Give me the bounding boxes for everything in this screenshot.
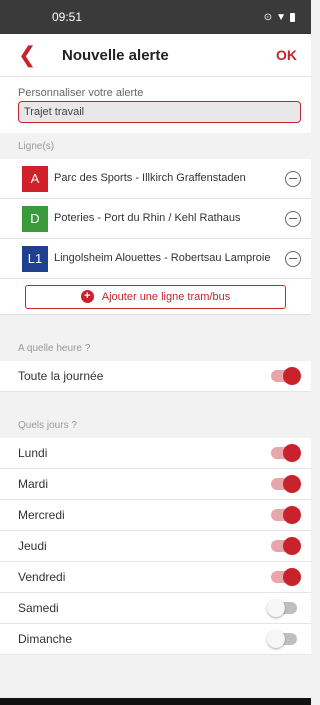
day-row: Jeudi xyxy=(0,531,311,562)
day-row: Vendredi xyxy=(0,562,311,593)
section-gap xyxy=(0,315,311,335)
add-line-label: Ajouter une ligne tram/bus xyxy=(101,290,231,303)
minus-bar xyxy=(289,177,297,180)
day-label: Samedi xyxy=(18,601,59,615)
line-row[interactable]: A Parc des Sports - Illkirch Graffenstade… xyxy=(0,159,311,199)
plus-icon: + xyxy=(80,290,94,303)
minus-bar xyxy=(289,217,297,220)
line-row[interactable]: D Poteries - Port du Rhin / Kehl Rathaus xyxy=(0,199,311,239)
day-label: Jeudi xyxy=(18,539,47,553)
vpn-key-icon: ⊙ xyxy=(263,11,273,23)
day-toggle[interactable] xyxy=(267,630,297,648)
day-label: Lundi xyxy=(18,446,48,460)
days-section-label: Quels jours ? xyxy=(0,412,311,438)
day-label: Vendredi xyxy=(18,570,66,584)
app-header: ❮ Nouvelle alerte OK xyxy=(0,34,311,76)
minus-bar xyxy=(289,257,297,260)
wifi-icon: ▼ xyxy=(276,11,286,23)
day-label: Dimanche xyxy=(18,632,73,646)
day-toggle[interactable] xyxy=(267,599,297,617)
toggle-knob xyxy=(283,367,301,385)
day-toggle[interactable] xyxy=(271,537,301,555)
alert-name-input[interactable]: Trajet travail xyxy=(18,101,301,123)
toggle-knob xyxy=(283,568,301,586)
toggle-knob xyxy=(283,475,301,493)
day-label: Mercredi xyxy=(18,508,65,522)
time-section-label: A quelle heure ? xyxy=(0,335,311,361)
days-list: Lundi Mardi Mercredi Jeudi Vendredi Samedi Dim… xyxy=(0,438,311,655)
all-day-row: Toute la journée xyxy=(0,361,311,392)
lines-section-label: Ligne(s) xyxy=(0,133,311,159)
day-row: Mercredi xyxy=(0,500,311,531)
day-row: Lundi xyxy=(0,438,311,469)
all-day-toggle[interactable] xyxy=(271,367,301,385)
toggle-knob xyxy=(283,537,301,555)
day-label: Mardi xyxy=(18,477,49,491)
line-name: Lingolsheim Alouettes - Robertsau Lampro… xyxy=(54,252,271,265)
day-toggle[interactable] xyxy=(271,444,301,462)
remove-line-icon[interactable] xyxy=(285,210,301,227)
status-bar: 09:51 ⊙ ▼ xyxy=(0,0,311,34)
remove-line-icon[interactable] xyxy=(285,250,301,267)
page-title: Nouvelle alerte xyxy=(62,46,169,64)
custom-alert-section: Personnaliser votre alerte Trajet travai… xyxy=(0,76,311,133)
chevron-left-icon[interactable]: ❮ xyxy=(18,44,46,66)
line-badge: D xyxy=(22,205,48,232)
day-row: Mardi xyxy=(0,469,311,500)
toggle-knob xyxy=(267,599,285,617)
day-row: Samedi xyxy=(0,593,311,624)
toggle-knob xyxy=(267,630,285,648)
battery-icon xyxy=(290,12,295,22)
section-gap xyxy=(0,392,311,412)
navigation-bar xyxy=(0,698,311,705)
custom-alert-label: Personnaliser votre alerte xyxy=(18,87,144,99)
line-name: Poteries - Port du Rhin / Kehl Rathaus xyxy=(54,212,241,225)
line-name: Parc des Sports - Illkirch Graffenstaden xyxy=(54,172,246,185)
day-row: Dimanche xyxy=(0,624,311,655)
toggle-knob xyxy=(283,444,301,462)
line-badge: L1 xyxy=(22,245,48,272)
remove-line-icon[interactable] xyxy=(285,170,301,187)
toggle-knob xyxy=(283,506,301,524)
day-toggle[interactable] xyxy=(271,506,301,524)
all-day-label: Toute la journée xyxy=(18,369,104,383)
day-toggle[interactable] xyxy=(271,475,301,493)
status-icons: ⊙ ▼ xyxy=(264,12,295,23)
add-line-container: + Ajouter une ligne tram/bus xyxy=(0,279,311,315)
lines-list: A Parc des Sports - Illkirch Graffenstade… xyxy=(0,159,311,279)
ok-button[interactable]: OK xyxy=(276,47,297,63)
line-badge: A xyxy=(22,165,48,192)
day-toggle[interactable] xyxy=(271,568,301,586)
line-row[interactable]: L1 Lingolsheim Alouettes - Robertsau Lamp… xyxy=(0,239,311,279)
add-line-button[interactable]: + Ajouter une ligne tram/bus xyxy=(25,284,286,309)
status-time: 09:51 xyxy=(52,10,83,24)
